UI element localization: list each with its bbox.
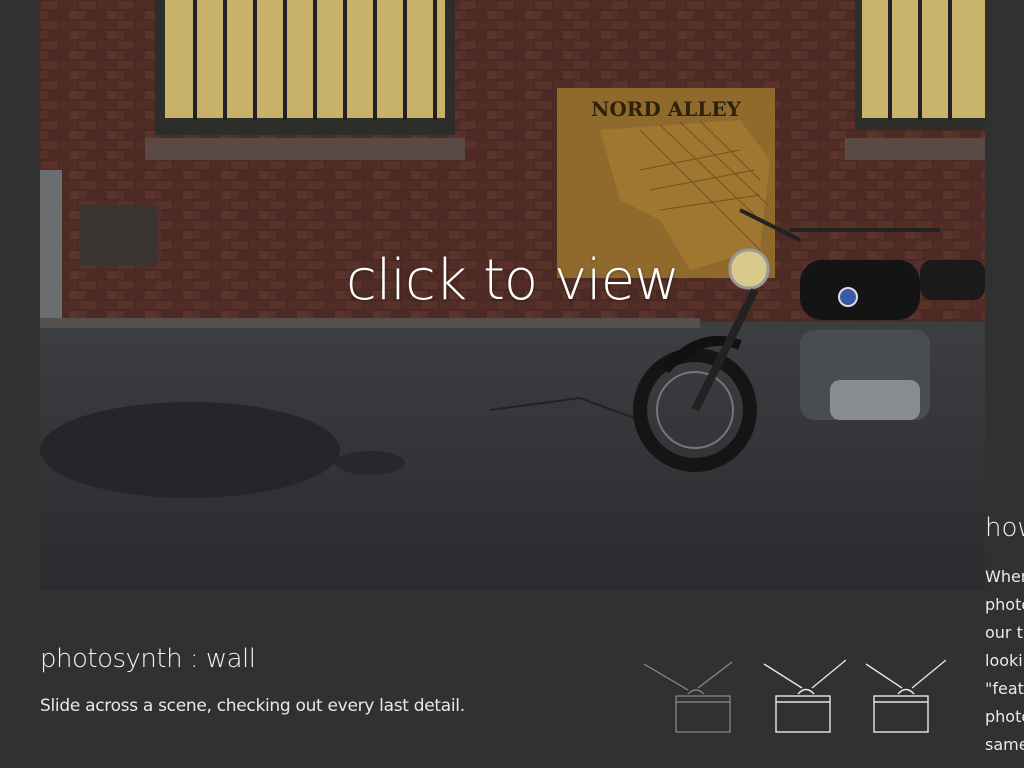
panel-text-line: "featu (985, 679, 1024, 698)
scene-title: photosynth : wall (40, 644, 256, 674)
panel-text-line: When (985, 567, 1024, 586)
panel-heading: how (985, 513, 1024, 543)
panel-text-line: looki (985, 651, 1023, 670)
photo-viewer[interactable]: NORD ALLEY click to view (40, 0, 985, 590)
spin-mode-icon[interactable] (746, 656, 847, 740)
sign-text: NORD ALLEY (591, 97, 742, 121)
view-mode-switcher (636, 656, 976, 740)
click-to-view-label[interactable]: click to view (40, 248, 985, 313)
wall-mode-icon[interactable] (636, 656, 736, 740)
panel-text-line: same (985, 735, 1024, 754)
panel-text-line: our t (985, 623, 1023, 642)
scene-description: Slide across a scene, checking out every… (40, 696, 465, 716)
panel-text-line: photo (985, 707, 1024, 726)
panel-text-line: photo (985, 595, 1024, 614)
walk-mode-icon[interactable] (846, 656, 947, 740)
how-it-works-panel: how When photo our t looki "featu photo … (985, 505, 1024, 768)
